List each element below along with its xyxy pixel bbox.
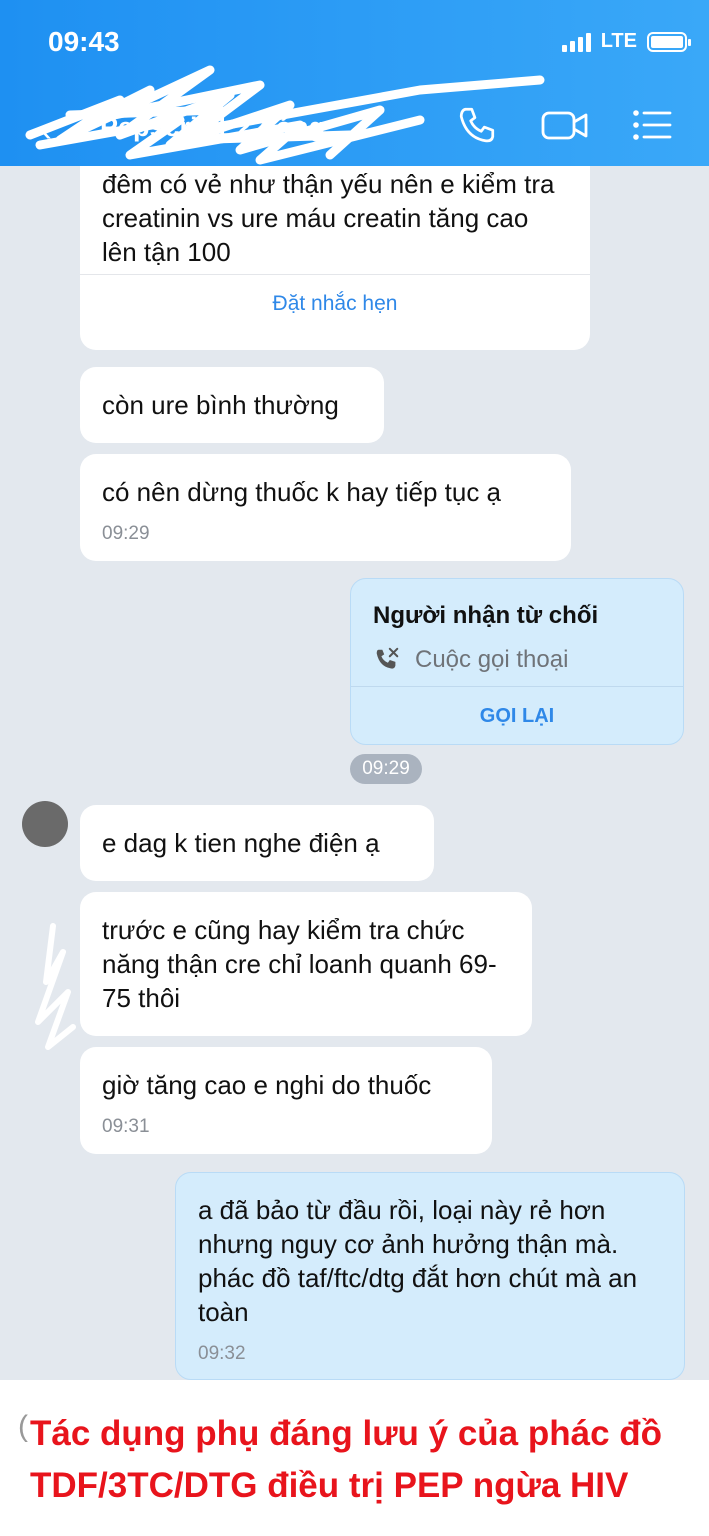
call-status-title: Người nhận từ chối <box>373 602 599 629</box>
phone-icon[interactable] <box>456 104 498 146</box>
app-header: 09:43 LTE ‹ Pepscrip1 2 đóng... <box>0 0 709 166</box>
message-text: a đã bảo từ đầu rồi, loại này rẻ hơn như… <box>198 1195 638 1327</box>
message-text: e dag k tien nghe điện ạ <box>102 828 380 858</box>
message-sent[interactable]: a đã bảo từ đầu rồi, loại này rẻ hơn như… <box>175 1172 685 1380</box>
message-time: 09:31 <box>102 1116 150 1137</box>
signal-icon <box>561 32 591 52</box>
menu-icon[interactable] <box>630 104 674 146</box>
message-received[interactable]: trước e cũng hay kiểm tra chức năng thận… <box>80 892 532 1036</box>
status-time: 09:43 <box>48 26 120 57</box>
call-card[interactable]: Người nhận từ chối Cuộc gọi thoại GỌI LẠ… <box>350 578 684 745</box>
message-received[interactable]: e dag k tien nghe điện ạ <box>80 805 434 881</box>
message-text: còn ure bình thường <box>102 390 339 420</box>
message-time: 09:29 <box>102 523 150 544</box>
message-text: trước e cũng hay kiểm tra chức năng thận… <box>102 915 497 1013</box>
call-type: Cuộc gọi thoại <box>415 646 569 673</box>
message-text: có nên dừng thuốc k hay tiếp tục ạ <box>102 477 502 507</box>
time-chip: 09:29 <box>350 754 422 784</box>
message-text: đêm có vẻ như thận yếu nên e kiểm tra cr… <box>102 169 555 267</box>
missed-call-icon <box>376 647 399 669</box>
message-received[interactable]: giờ tăng cao e nghi do thuốc 09:31 <box>80 1047 492 1154</box>
avatar-scribble <box>35 923 76 1050</box>
video-call-icon[interactable] <box>540 104 590 146</box>
network-label: LTE <box>600 30 637 52</box>
caption-line-2: TDF/3TC/DTG điều trị PEP ngừa HIV <box>30 1466 629 1505</box>
message-received[interactable]: đêm có vẻ như thận yếu nên e kiểm tra cr… <box>80 166 590 350</box>
caption-line-1: Tác dụng phụ đáng lưu ý của phác đồ <box>30 1414 663 1453</box>
message-time: 09:32 <box>198 1343 246 1364</box>
caption-area: ( Tác dụng phụ đáng lưu ý của phác đồ TD… <box>0 1380 709 1536</box>
message-text: giờ tăng cao e nghi do thuốc <box>102 1070 432 1100</box>
message-received[interactable]: có nên dừng thuốc k hay tiếp tục ạ 09:29 <box>80 454 571 561</box>
caption-bracket: ( <box>18 1410 28 1443</box>
message-list[interactable]: đêm có vẻ như thận yếu nên e kiểm tra cr… <box>0 166 709 1380</box>
avatar[interactable] <box>22 801 68 847</box>
message-received[interactable]: còn ure bình thường <box>80 367 384 443</box>
battery-icon <box>647 31 691 52</box>
call-back-button[interactable]: GỌI LẠI <box>351 687 683 745</box>
status-indicators: LTE <box>561 30 691 53</box>
set-reminder-button[interactable]: Đặt nhắc hẹn <box>80 275 590 333</box>
